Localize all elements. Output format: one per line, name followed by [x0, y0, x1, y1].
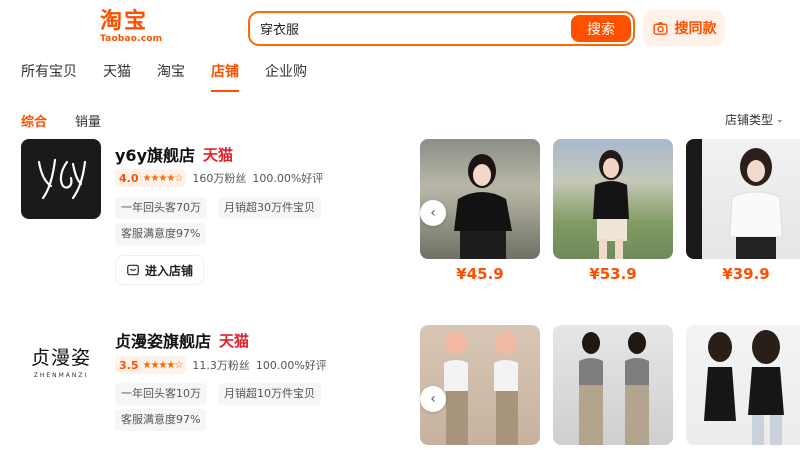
- sort-overall[interactable]: 综合: [21, 111, 47, 130]
- product-image: [686, 139, 800, 259]
- positive-rate: 100.00%好评: [252, 172, 324, 185]
- shop-name-row: 贞漫姿旗舰店 天猫: [115, 328, 249, 352]
- shop-name[interactable]: 贞漫姿旗舰店: [115, 328, 211, 352]
- repeat-customers-tag: 一年回头客10万: [115, 383, 207, 405]
- tab-taobao[interactable]: 淘宝: [157, 62, 185, 90]
- shop-name-row: y6y旗舰店 天猫: [115, 142, 233, 166]
- rating-score: 3.5: [119, 358, 139, 372]
- repeat-customers-tag: 一年回头客70万: [115, 197, 207, 219]
- product-image: [420, 139, 540, 259]
- product-price: ¥45.9: [456, 265, 504, 283]
- taobao-logo[interactable]: 淘宝 Taobao.com: [100, 9, 163, 46]
- carousel-prev-button[interactable]: ‹: [420, 386, 446, 412]
- shop-type-label: 店铺类型: [725, 113, 774, 127]
- star-rating-icon: ★★★★☆: [142, 172, 184, 184]
- product-price: ¥39.9: [722, 265, 770, 283]
- shop-logo[interactable]: 贞漫姿 ZHENMANZI: [21, 321, 101, 401]
- model-figure: [444, 332, 518, 445]
- logo-cn-text: 淘宝: [100, 9, 149, 34]
- shop-logo[interactable]: [21, 139, 101, 219]
- model-figure: [593, 150, 629, 259]
- logo-en-text: Taobao.com: [100, 34, 163, 44]
- tab-tmall[interactable]: 天猫: [103, 62, 131, 90]
- product-image: [553, 139, 673, 259]
- shop-name[interactable]: y6y旗舰店: [115, 142, 195, 166]
- shop-logo-text: 贞漫姿: [30, 347, 91, 369]
- satisfaction-tag: 客服满意度97%: [115, 409, 207, 431]
- model-figure: [686, 139, 783, 259]
- satisfaction-tag: 客服满意度97%: [115, 223, 207, 245]
- sort-sales[interactable]: 销量: [75, 111, 101, 130]
- chevron-down-icon: ⌄: [776, 114, 784, 125]
- monthly-sales-tag: 月销超30万件宝贝: [218, 197, 321, 219]
- rating-box: 4.0 ★★★★☆: [115, 169, 187, 187]
- carousel-prev-button[interactable]: ‹: [420, 200, 446, 226]
- product-image: [553, 325, 673, 445]
- rating-box: 3.5 ★★★★☆: [115, 356, 187, 374]
- enter-shop-label: 进入店铺: [145, 263, 194, 278]
- tmall-badge: 天猫: [219, 331, 250, 350]
- monthly-sales-tag: 月销超10万件宝贝: [218, 383, 321, 405]
- shop-logo-subtext: ZHENMANZI: [33, 372, 89, 379]
- image-search-label: 搜同款: [674, 21, 717, 37]
- search-button[interactable]: 搜索: [571, 15, 631, 42]
- star-rating-icon: ★★★★☆: [142, 359, 184, 371]
- tab-all[interactable]: 所有宝贝: [21, 62, 77, 90]
- sort-row: 综合 销量: [21, 111, 129, 130]
- product-card[interactable]: ¥53.9: [553, 139, 673, 283]
- product-card[interactable]: [686, 325, 800, 445]
- shop-icon: [127, 264, 139, 276]
- product-card[interactable]: [553, 325, 673, 445]
- tab-shops[interactable]: 店铺: [211, 62, 239, 92]
- model-figure: [704, 330, 784, 445]
- product-image: [420, 325, 540, 445]
- product-card[interactable]: [420, 325, 540, 445]
- image-search-button[interactable]: 搜同款: [643, 10, 725, 46]
- tmall-badge: 天猫: [203, 145, 234, 164]
- y6y-logo-icon: [37, 158, 87, 200]
- positive-rate: 100.00%好评: [255, 359, 327, 372]
- fans-count: 11.3万粉丝: [192, 359, 250, 372]
- product-card[interactable]: ¥39.9: [686, 139, 800, 283]
- model-figure: [579, 332, 649, 445]
- rating-score: 4.0: [119, 171, 139, 185]
- search-tabs: 所有宝贝 天猫 淘宝 店铺 企业购: [21, 62, 333, 92]
- rating-row: 4.0 ★★★★☆ 160万粉丝 100.00%好评: [115, 169, 323, 187]
- chevron-left-icon: ‹: [430, 391, 436, 407]
- search-input[interactable]: [260, 13, 560, 44]
- fans-count: 160万粉丝: [192, 172, 247, 185]
- shop-type-filter[interactable]: 店铺类型 ⌄: [725, 111, 784, 128]
- tab-enterprise[interactable]: 企业购: [265, 62, 307, 90]
- enter-shop-button[interactable]: 进入店铺: [115, 255, 205, 285]
- search-box: 搜索: [248, 11, 635, 46]
- product-image: [686, 325, 800, 445]
- model-figure: [454, 154, 512, 259]
- camera-icon: [652, 21, 668, 35]
- product-price: ¥53.9: [589, 265, 637, 283]
- chevron-left-icon: ‹: [430, 205, 436, 221]
- rating-row: 3.5 ★★★★☆ 11.3万粉丝 100.00%好评: [115, 356, 327, 374]
